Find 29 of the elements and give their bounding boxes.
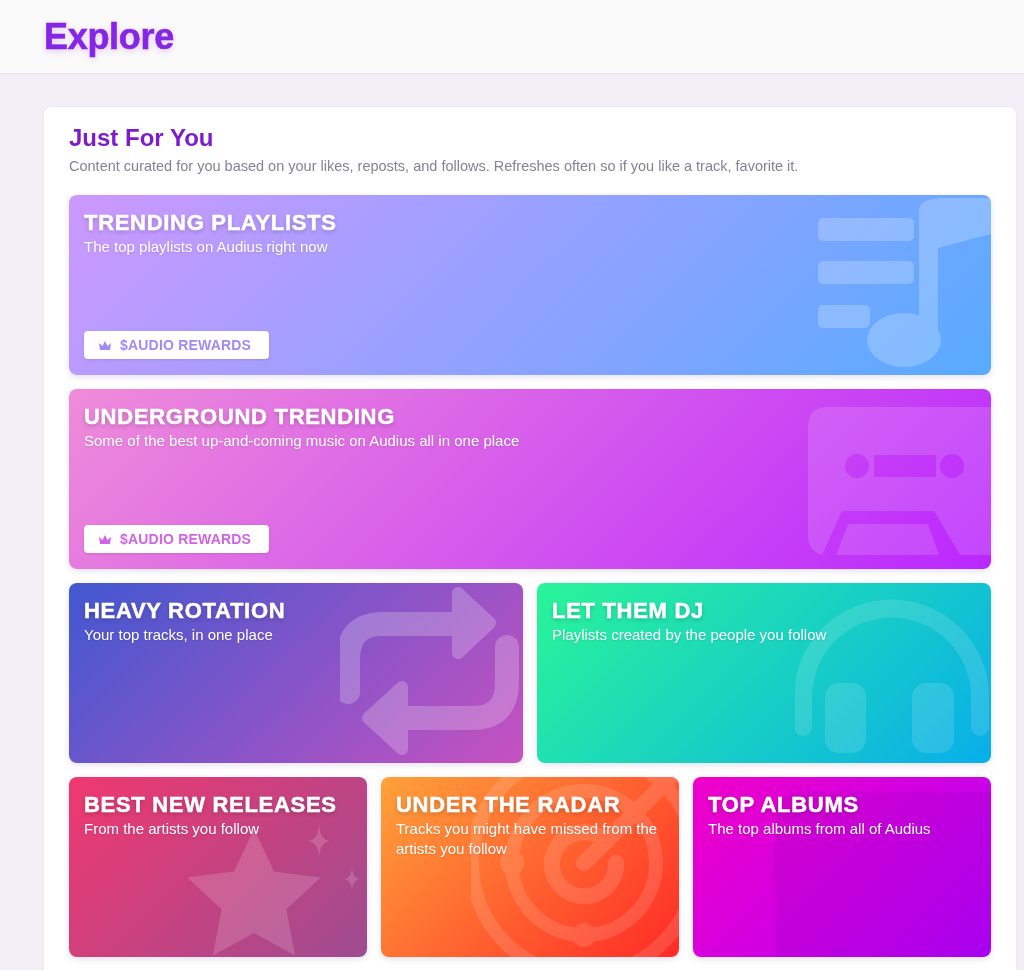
tile-description: From the artists you follow bbox=[84, 819, 260, 839]
tile-description: Your top tracks, in one place bbox=[84, 625, 273, 645]
tile-title: TOP ALBUMS bbox=[708, 791, 859, 818]
tile-description: The top playlists on Audius right now bbox=[84, 237, 328, 257]
explore-tile[interactable]: TRENDING PLAYLISTS The top playlists on Audius right now $AUDIO REWARDS bbox=[69, 195, 991, 375]
page-title: Explore bbox=[44, 15, 174, 58]
crown-icon bbox=[98, 533, 112, 545]
explore-tile[interactable]: BEST NEW RELEASES From the artists you follow bbox=[69, 777, 367, 957]
tile-title: UNDER THE RADAR bbox=[396, 791, 621, 818]
tile-title: LET THEM DJ bbox=[552, 597, 704, 624]
section-description: Content curated for you based on your likes, reposts, and follows. Refreshes often so if you like a track, favorite it. bbox=[69, 157, 799, 175]
tile-title: HEAVY ROTATION bbox=[84, 597, 286, 624]
section-title: Just For You bbox=[69, 123, 214, 153]
explore-tile[interactable]: LET THEM DJ Playlists created by the people you follow bbox=[537, 583, 991, 763]
explore-tile[interactable]: UNDERGROUND TRENDING Some of the best up-and-coming music on Audius all in one place $AUDIO REWARDS bbox=[69, 389, 991, 569]
tile-description: The top albums from all of Audius bbox=[708, 819, 931, 839]
explore-tile[interactable]: TOP ALBUMS The top albums from all of Audius bbox=[693, 777, 991, 957]
tile-title: UNDERGROUND TRENDING bbox=[84, 403, 395, 430]
crown-icon bbox=[98, 339, 112, 351]
tile-title: BEST NEW RELEASES bbox=[84, 791, 337, 818]
explore-tile[interactable]: HEAVY ROTATION Your top tracks, in one place bbox=[69, 583, 523, 763]
explore-tile[interactable]: UNDER THE RADAR Tracks you might have missed from the artists you follow bbox=[381, 777, 679, 957]
tile-description: Some of the best up-and-coming music on Audius all in one place bbox=[84, 431, 520, 451]
cassette-icon bbox=[808, 405, 991, 555]
tile-description: Playlists created by the people you follow bbox=[552, 625, 827, 645]
rewards-button[interactable]: $AUDIO REWARDS bbox=[84, 331, 269, 359]
tile-title: TRENDING PLAYLISTS bbox=[84, 209, 337, 236]
rewards-button[interactable]: $AUDIO REWARDS bbox=[84, 525, 269, 553]
tile-description: Tracks you might have missed from the artists you follow bbox=[396, 819, 659, 859]
